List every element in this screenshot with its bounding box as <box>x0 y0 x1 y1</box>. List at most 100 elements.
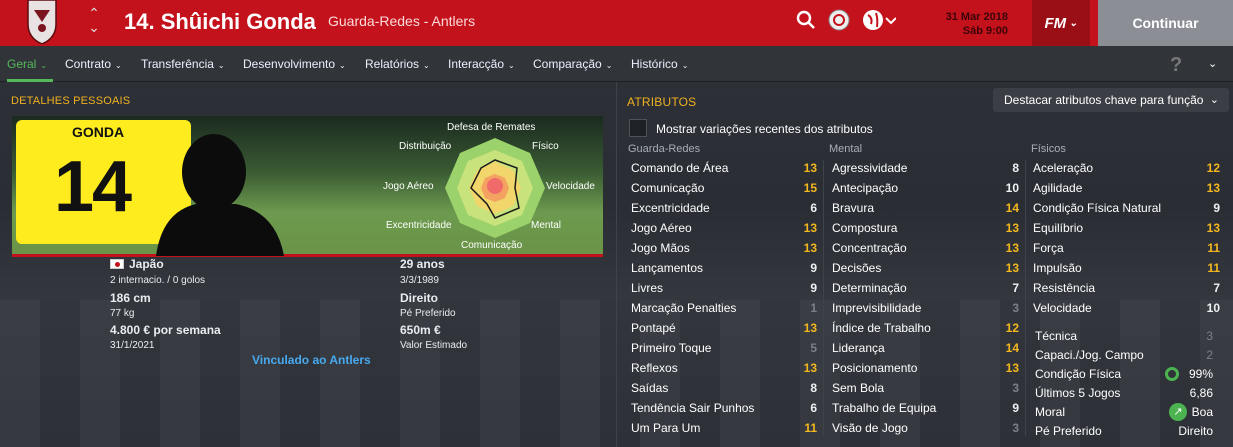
radar-label-r: Velocidade <box>546 181 595 192</box>
attribute-name: Primeiro Toque <box>631 341 712 355</box>
attribute-row[interactable]: Agilidade 13 <box>1033 178 1220 198</box>
tab-desenvolvimento[interactable]: Desenvolvimento ⌄ <box>243 46 346 82</box>
attribute-value: 1 <box>810 301 817 315</box>
attribute-row[interactable]: Livres 9 <box>631 278 817 298</box>
attribute-row[interactable]: Bravura 14 <box>832 198 1019 218</box>
radar-label-bottom: Comunicação <box>461 240 523 251</box>
inbox-icon[interactable] <box>828 9 850 34</box>
help-icon[interactable]: ? <box>1170 54 1182 77</box>
search-icon[interactable] <box>796 10 816 33</box>
tab-relatorios[interactable]: Relatórios ⌄ <box>365 46 430 82</box>
attribute-row[interactable]: Imprevisibilidade 3 <box>832 298 1019 318</box>
attribute-row[interactable]: Primeiro Toque 5 <box>631 338 817 358</box>
attribute-row[interactable]: Comunicação 15 <box>631 178 817 198</box>
tab-transferencia[interactable]: Transferência ⌄ <box>141 46 225 82</box>
japan-flag-icon <box>110 259 124 269</box>
attribute-row[interactable]: Equilíbrio 13 <box>1033 218 1220 238</box>
radar-label-tr: Físico <box>532 141 559 152</box>
attribute-row[interactable]: Reflexos 13 <box>631 358 817 378</box>
club-crest-icon[interactable] <box>24 0 60 45</box>
stat-value: 99% <box>1188 367 1213 381</box>
attribute-row[interactable]: Marcação Penalties 1 <box>631 298 817 318</box>
attribute-value: 13 <box>1005 261 1019 275</box>
attribute-value: 14 <box>1005 201 1019 215</box>
attribute-value: 3 <box>1012 301 1019 315</box>
attribute-name: Índice de Trabalho <box>832 321 931 335</box>
stat-value: 3 <box>1206 329 1213 343</box>
attribute-row[interactable]: Agressividade 8 <box>832 158 1019 178</box>
globe-icon[interactable] <box>862 9 897 34</box>
attribute-value: 13 <box>1005 361 1019 375</box>
attribute-value: 13 <box>1005 241 1019 255</box>
attribute-row[interactable]: Concentração 13 <box>832 238 1019 258</box>
morale-icon: ↗ <box>1169 403 1187 421</box>
preferred-foot: Direito <box>400 291 439 305</box>
tab-comparacao[interactable]: Comparação ⌄ <box>533 46 612 82</box>
height: 186 cm <box>110 291 151 305</box>
attribute-row[interactable]: Um Para Um 11 <box>631 418 817 438</box>
attribute-row[interactable]: Impulsão 11 <box>1033 258 1220 278</box>
prev-next-player-arrows[interactable]: ⌃ ⌄ <box>86 6 102 38</box>
attribute-row[interactable]: Comando de Área 13 <box>631 158 817 178</box>
stat-preferred-foot: Pé Preferido Direito <box>1035 422 1213 440</box>
fm-menu-button[interactable]: FM ⌄ <box>1032 0 1090 46</box>
tab-historico[interactable]: Histórico ⌄ <box>631 46 688 82</box>
nationality[interactable]: Japão <box>110 257 164 271</box>
attribute-name: Excentricidade <box>631 201 710 215</box>
international-caps: 2 internacio. / 0 golos <box>110 275 206 286</box>
chevron-down-icon: ⌄ <box>681 61 689 70</box>
attribute-row[interactable]: Pontapé 13 <box>631 318 817 338</box>
attribute-row[interactable]: Condição Física Natural 9 <box>1033 198 1220 218</box>
attribute-row[interactable]: Lançamentos 9 <box>631 258 817 278</box>
radar-label-tl: Distribuição <box>399 141 452 152</box>
attribute-name: Resistência <box>1033 281 1096 295</box>
attribute-row[interactable]: Compostura 13 <box>832 218 1019 238</box>
attribute-value: 13 <box>1005 221 1019 235</box>
attribute-value: 14 <box>1005 341 1019 355</box>
tab-contrato[interactable]: Contrato ⌄ <box>65 46 122 82</box>
attribute-row[interactable]: Decisões 13 <box>832 258 1019 278</box>
chevron-down-icon: ⌄ <box>605 61 613 70</box>
continue-button[interactable]: Continuar <box>1098 0 1233 46</box>
attribute-row[interactable]: Determinação 7 <box>832 278 1019 298</box>
attribute-name: Trabalho de Equipa <box>832 401 937 415</box>
chevron-down-icon[interactable]: ⌄ <box>1208 57 1217 70</box>
attribute-row[interactable]: Posicionamento 13 <box>832 358 1019 378</box>
attribute-name: Pontapé <box>631 321 676 335</box>
attribute-row[interactable]: Antecipação 10 <box>832 178 1019 198</box>
attribute-row[interactable]: Visão de Jogo 3 <box>832 418 1019 438</box>
attribute-row[interactable]: Trabalho de Equipa 9 <box>832 398 1019 418</box>
attribute-name: Decisões <box>832 261 882 275</box>
attribute-row[interactable]: Força 11 <box>1033 238 1220 258</box>
contract-end: 31/1/2021 <box>110 340 155 351</box>
club-link[interactable]: Vinculado ao Antlers <box>252 353 371 367</box>
attribute-row[interactable]: Velocidade 10 <box>1033 298 1220 318</box>
attribute-value: 13 <box>1206 221 1220 235</box>
attribute-row[interactable]: Aceleração 12 <box>1033 158 1220 178</box>
chevron-down-icon: ⌄ <box>1069 17 1078 29</box>
tab-interaccao[interactable]: Interacção ⌄ <box>448 46 515 82</box>
game-date[interactable]: 31 Mar 2018 Sáb 9:00 <box>906 10 1034 42</box>
attribute-name: Velocidade <box>1033 301 1092 315</box>
attribute-row[interactable]: Índice de Trabalho 12 <box>832 318 1019 338</box>
show-changes-checkbox[interactable] <box>629 119 647 137</box>
attribute-row[interactable]: Jogo Mãos 13 <box>631 238 817 258</box>
attribute-row[interactable]: Liderança 14 <box>832 338 1019 358</box>
attribute-row[interactable]: Jogo Aéreo 13 <box>631 218 817 238</box>
attribute-name: Visão de Jogo <box>832 421 908 435</box>
attribute-row[interactable]: Excentricidade 6 <box>631 198 817 218</box>
attribute-row[interactable]: Resistência 7 <box>1033 278 1220 298</box>
stat-label: Condição Física <box>1035 367 1122 381</box>
attribute-name: Aceleração <box>1033 161 1094 175</box>
attribute-row[interactable]: Tendência Sair Punhos 6 <box>631 398 817 418</box>
attribute-value: 6 <box>810 401 817 415</box>
attribute-name: Agilidade <box>1033 181 1083 195</box>
attribute-row[interactable]: Saídas 8 <box>631 378 817 398</box>
attribute-value: 12 <box>1206 161 1220 175</box>
fitness-ring-icon <box>1165 367 1179 381</box>
wage: 4.800 € por semana <box>110 323 221 337</box>
tab-geral[interactable]: Geral ⌄ <box>7 46 53 82</box>
attribute-row[interactable]: Sem Bola 3 <box>832 378 1019 398</box>
highlight-attributes-dropdown[interactable]: Destacar atributos chave para função ⌄ <box>993 88 1229 112</box>
radar-label-bl: Excentricidade <box>386 220 452 231</box>
